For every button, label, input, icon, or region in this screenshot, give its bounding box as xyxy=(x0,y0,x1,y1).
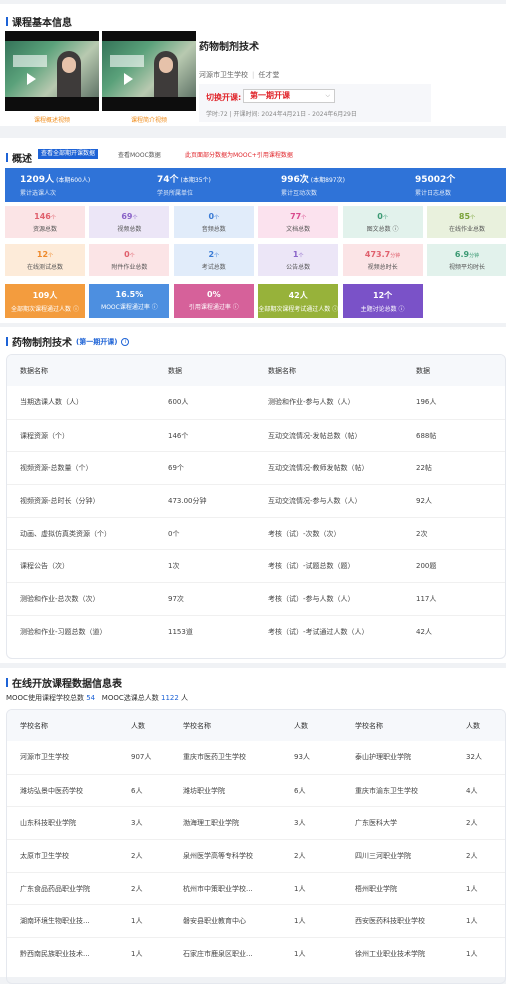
section-title-mooc: 在线开放课程数据信息表 xyxy=(6,675,122,690)
stat-tile: 69个 视频总数 xyxy=(89,206,170,238)
stat-tile: 1个 公告总数 xyxy=(258,244,339,276)
rate-tile: 109人 全部期次课程通过人数 ⓘ xyxy=(5,284,85,318)
stat-tile: 77个 文档总数 xyxy=(258,206,339,238)
table-row: 视频资源-总数量（个） 69个 互动交流情况-教师发帖数（帖） 22帖 xyxy=(7,451,505,484)
stat-tile: 0个 附件作业总数 xyxy=(89,244,170,276)
video-thumbnail[interactable] xyxy=(5,31,99,111)
course-stats-panel: 药物制剂技术 (第一期开课) i 数据名称 数据 数据名称 数据 当期选课人数（人） 600… xyxy=(0,327,506,663)
chevron-down-icon: ⌵ xyxy=(325,92,330,99)
term-box: 切换开课: 第一期开课 ⌵ 学时:72 | 开课时间: 2024年4月21日 - … xyxy=(199,84,431,122)
mooc-summary: MOOC使用课程学校总数 54 MOOC选课总人数 1122 人 xyxy=(6,694,189,702)
mooc-panel: 在线开放课程数据信息表 MOOC使用课程学校总数 54 MOOC选课总人数 11… xyxy=(0,668,506,984)
play-icon[interactable] xyxy=(27,73,36,85)
table-row: 山东科技职业学院 3人 渤海理工职业学院 3人 广东医科大学 2人 xyxy=(7,806,505,839)
table-row: 视频资源-总时长（分钟） 473.00分钟 互动交流情况-参与人数（人） 92人 xyxy=(7,484,505,517)
stat-tile: 0个 音频总数 xyxy=(173,206,254,238)
intro-video[interactable]: 课程简介视频 xyxy=(102,31,196,124)
section-title-overview: 概述 xyxy=(6,150,32,165)
stat-tile: 2个 考试总数 xyxy=(173,244,254,276)
stat-cell: 74个 (本期35个) 学员所属单位 xyxy=(157,175,211,197)
table-header: 学校名称 人数 学校名称 人数 学校名称 人数 xyxy=(7,710,505,741)
video-caption: 课程概述视频 xyxy=(33,117,70,124)
summary-bar: 1209人 (本期600人) 累计选课人次 74个 (本期35个) 学员所属单位 996… xyxy=(5,168,506,202)
table-row: 广东食品药品职业学院 2人 杭州市中策职业学校... 1人 梧州职业学院 1人 xyxy=(7,871,505,905)
info-icon[interactable]: i xyxy=(121,337,130,346)
table-row: 黔西南民族职业技术... 1人 石家庄市鹿泉区职业... 1人 徐州工业职业技术学院 1人 xyxy=(7,937,505,970)
table-row: 湖南环境生物职业技... 1人 磐安县职业教育中心 1人 西安医药科技职业学校 1人 xyxy=(7,904,505,937)
course-name: 药物制剂技术 xyxy=(199,42,259,53)
school-teacher: 河源市卫生学校 | 任才堂 xyxy=(199,71,280,79)
play-icon[interactable] xyxy=(124,73,133,85)
rate-tile: 12个 主题讨论总数 ⓘ xyxy=(342,284,423,318)
stat-cell: 1209人 (本期600人) 累计选课人次 xyxy=(20,175,91,197)
stat-tile: 85个 在线作业总数 xyxy=(427,206,506,238)
tab-all-terms[interactable]: 查看全部期开课数据 xyxy=(38,149,99,159)
table-row: 当期选课人数（人） 600人 测验和作业-参与人数（人） 196人 xyxy=(20,398,437,407)
table-row: 测验和作业-总次数（次） 97次 考核（试）-参与人数（人） 117人 xyxy=(7,582,505,615)
overview-panel: 概述 查看全部期开课数据 查看MOOC数据 此页面部分数据为MOOC+引用课程数… xyxy=(0,138,506,323)
rate-tile: 0% 引用课程通过率 ⓘ xyxy=(173,284,254,318)
section-title-basic: 课程基本信息 xyxy=(6,14,72,29)
video-caption: 课程简介视频 xyxy=(130,117,167,124)
overview-video[interactable]: 课程概述视频 xyxy=(5,31,99,124)
stat-tile: 146个 资源总数 xyxy=(5,206,85,238)
course-basic-panel: 课程基本信息 课程概述视频 课程简介视频 药物制剂技术 河源市卫生学校 | 任才堂 … xyxy=(0,4,506,126)
video-thumbnail[interactable] xyxy=(102,31,196,111)
table-row: 动画、虚拟仿真类资源（个） 0个 考核（试）-次数（次） 2次 xyxy=(7,516,505,550)
stat-cell: 996次 (本期897次) 累计互动次数 xyxy=(281,175,345,197)
table-header: 数据名称 数据 数据名称 数据 xyxy=(7,355,505,386)
rate-tile: 16.5% MOOC课程通过率 ⓘ xyxy=(89,284,170,318)
table-row: 课程资源（个） 146个 互动交流情况-发帖总数（帖） 688帖 xyxy=(7,418,505,452)
table-row: 太原市卫生学校 2人 泉州医学高等专科学校 2人 四川三河职业学院 2人 xyxy=(7,839,505,872)
stat-tile: 12个 在线测试总数 xyxy=(5,244,85,276)
rate-tile: 42人 全部期次课程考试通过人数 ⓘ xyxy=(258,284,339,318)
table-row: 潍坊弘景中医药学校 6人 潍坊职业学院 6人 重庆市渝东卫生学校 4人 xyxy=(7,773,505,807)
table-row: 课程公告（次） 1次 考核（试）-试题总数（题） 200题 xyxy=(7,549,505,582)
course-stats-table: 数据名称 数据 数据名称 数据 当期选课人数（人） 600人 测验和作业-参与人数（人） 1… xyxy=(6,354,506,659)
table-row: 测验和作业-习题总数（道） 1153道 考核（试）-考试通过人数（人） 42人 xyxy=(7,614,505,648)
term-label: 切换开课: xyxy=(206,93,242,102)
table-row: 河源市卫生学校 907人 重庆市医药卫生学校 93人 泰山护理职业学院 32人 xyxy=(20,753,482,762)
section-title-course: 药物制剂技术 (第一期开课) i xyxy=(6,334,130,349)
warning-note: 此页面部分数据为MOOC+引用课程数据 xyxy=(185,152,293,159)
mooc-table: 学校名称 人数 学校名称 人数 学校名称 人数 河源市卫生学校 907人 重庆市医药卫生学校 9… xyxy=(6,709,506,984)
stat-tile: 6.9分钟 视频平均时长 xyxy=(427,244,506,276)
stat-cell: 95002个 累计日志总数 xyxy=(415,175,456,197)
stat-tile: 473.7分钟 视频总时长 xyxy=(342,244,423,276)
term-select[interactable]: 第一期开课 ⌵ xyxy=(243,89,335,103)
term-info: 学时:72 | 开课时间: 2024年4月21日 - 2024年6月29日 xyxy=(206,111,357,118)
tab-mooc[interactable]: 查看MOOC数据 xyxy=(118,150,161,159)
stat-tile: 0个 图文总数 ⓘ xyxy=(342,206,423,238)
